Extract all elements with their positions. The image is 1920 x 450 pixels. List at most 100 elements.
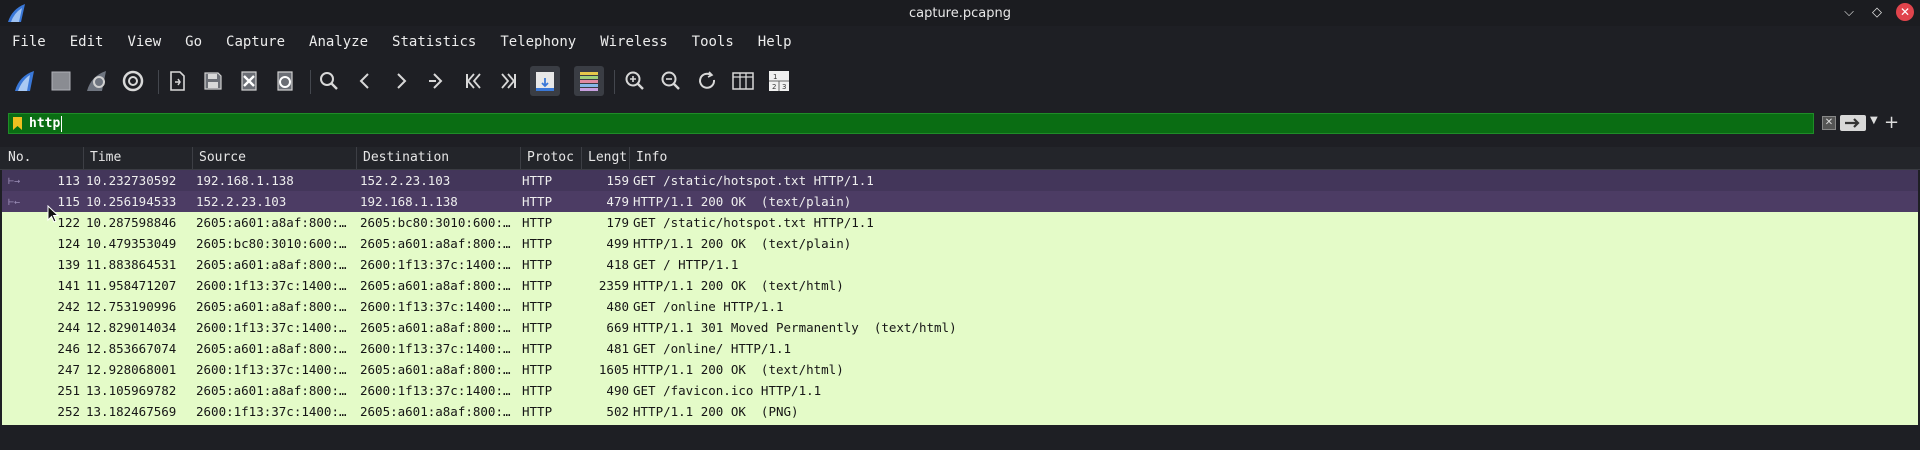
menu-help[interactable]: Help: [746, 34, 804, 50]
related-packet-marker-icon: ⊢→: [8, 176, 21, 187]
cell-info: GET /online/ HTTP/1.1: [633, 341, 792, 356]
display-filter-bar: http ✕ ▼ +: [8, 112, 1899, 134]
cell-info: GET /favicon.ico HTTP/1.1: [633, 383, 822, 398]
cell-protocol: HTTP: [522, 173, 553, 188]
menu-file[interactable]: File: [0, 34, 58, 50]
save-file-icon[interactable]: [198, 66, 228, 96]
restart-capture-icon[interactable]: [82, 66, 112, 96]
cell-length: 490: [606, 383, 629, 398]
cell-destination: 2605:a601:a8af:800:…: [360, 362, 511, 377]
close-window-icon[interactable]: ✕: [1896, 3, 1914, 21]
cell-no: 141: [57, 278, 80, 293]
column-header-no[interactable]: No.: [8, 150, 78, 165]
find-packet-icon[interactable]: [314, 66, 344, 96]
menu-wireless[interactable]: Wireless: [588, 34, 679, 50]
cell-protocol: HTTP: [522, 320, 553, 335]
cell-protocol: HTTP: [522, 341, 553, 356]
packet-list-header: No. Time Source Destination Protoc Lengt…: [0, 147, 1920, 170]
cell-time: 13.182467569: [86, 404, 177, 419]
cell-protocol: HTTP: [522, 194, 553, 209]
column-header-protocol[interactable]: Protoc: [527, 150, 579, 165]
go-to-packet-icon[interactable]: [422, 66, 452, 96]
zoom-in-icon[interactable]: [620, 66, 650, 96]
main-toolbar: 1 23: [0, 64, 1920, 100]
svg-text:3: 3: [782, 83, 786, 91]
column-header-length[interactable]: Lengt: [588, 150, 628, 165]
packet-row[interactable]: 141 11.958471207 2600:1f13:37c:1400:… 26…: [2, 275, 1918, 296]
svg-text:2: 2: [772, 83, 776, 91]
cell-destination: 2605:a601:a8af:800:…: [360, 404, 511, 419]
status-area: [0, 426, 1920, 450]
display-filter-input[interactable]: http: [8, 113, 1814, 134]
window-controls: ⌵ ◇ ✕: [1840, 3, 1914, 21]
auto-scroll-icon[interactable]: [530, 66, 560, 96]
apply-filter-icon[interactable]: [1840, 115, 1866, 131]
cell-no: 251: [57, 383, 80, 398]
filter-dropdown-icon[interactable]: ▼: [1870, 115, 1878, 126]
cell-source: 2605:a601:a8af:800:…: [196, 257, 347, 272]
packet-row[interactable]: 247 12.928068001 2600:1f13:37c:1400:… 26…: [2, 359, 1918, 380]
menu-tools[interactable]: Tools: [680, 34, 746, 50]
cell-no: 124: [57, 236, 80, 251]
close-file-icon[interactable]: [234, 66, 264, 96]
column-header-source[interactable]: Source: [199, 150, 349, 165]
cell-time: 11.958471207: [86, 278, 177, 293]
cell-source: 192.168.1.138: [196, 173, 294, 188]
minimize-icon[interactable]: ⌵: [1840, 3, 1858, 21]
column-header-destination[interactable]: Destination: [363, 150, 513, 165]
cell-protocol: HTTP: [522, 278, 553, 293]
resize-columns-icon[interactable]: [728, 66, 758, 96]
first-packet-icon[interactable]: [458, 66, 488, 96]
menu-capture[interactable]: Capture: [214, 34, 297, 50]
column-header-time[interactable]: Time: [90, 150, 190, 165]
cell-info: GET / HTTP/1.1: [633, 257, 739, 272]
start-capture-icon[interactable]: [10, 66, 40, 96]
clear-filter-icon[interactable]: ✕: [1822, 116, 1836, 130]
reload-file-icon[interactable]: [270, 66, 300, 96]
menu-view[interactable]: View: [115, 34, 173, 50]
colorize-icon[interactable]: [574, 66, 604, 96]
cell-no: 252: [57, 404, 80, 419]
bookmark-icon[interactable]: [13, 117, 22, 130]
layout-icon[interactable]: 1 23: [764, 66, 794, 96]
menu-go[interactable]: Go: [173, 34, 214, 50]
packet-row[interactable]: 124 10.479353049 2605:bc80:3010:600:… 26…: [2, 233, 1918, 254]
capture-options-icon[interactable]: [118, 66, 148, 96]
menu-telephony[interactable]: Telephony: [488, 34, 588, 50]
cell-protocol: HTTP: [522, 362, 553, 377]
packet-row[interactable]: 244 12.829014034 2600:1f13:37c:1400:… 26…: [2, 317, 1918, 338]
add-filter-button-icon[interactable]: +: [1884, 112, 1899, 133]
packet-row[interactable]: ⊢→ 113 10.232730592 192.168.1.138 152.2.…: [2, 170, 1918, 191]
cell-info: HTTP/1.1 200 OK (text/html): [633, 278, 844, 293]
menu-edit[interactable]: Edit: [58, 34, 116, 50]
cell-time: 13.105969782: [86, 383, 177, 398]
title-bar: capture.pcapng ⌵ ◇ ✕: [0, 0, 1920, 26]
packet-row[interactable]: 252 13.182467569 2600:1f13:37c:1400:… 26…: [2, 401, 1918, 422]
related-packet-marker-icon: ⊢←: [8, 197, 21, 208]
cell-length: 159: [606, 173, 629, 188]
menu-bar: File Edit View Go Capture Analyze Statis…: [0, 28, 804, 56]
last-packet-icon[interactable]: [494, 66, 524, 96]
stop-capture-icon[interactable]: [46, 66, 76, 96]
open-file-icon[interactable]: [162, 66, 192, 96]
column-header-info[interactable]: Info: [636, 150, 667, 165]
packet-row[interactable]: 242 12.753190996 2605:a601:a8af:800:… 26…: [2, 296, 1918, 317]
cell-protocol: HTTP: [522, 236, 553, 251]
packet-row[interactable]: 139 11.883864531 2605:a601:a8af:800:… 26…: [2, 254, 1918, 275]
cell-time: 11.883864531: [86, 257, 177, 272]
go-forward-icon[interactable]: [386, 66, 416, 96]
cell-source: 152.2.23.103: [196, 194, 287, 209]
maximize-icon[interactable]: ◇: [1868, 3, 1886, 21]
packet-row[interactable]: 251 13.105969782 2605:a601:a8af:800:… 26…: [2, 380, 1918, 401]
menu-analyze[interactable]: Analyze: [297, 34, 380, 50]
packet-row-selected[interactable]: ⊢← 115 10.256194533 152.2.23.103 192.168…: [2, 191, 1918, 212]
packet-row[interactable]: 246 12.853667074 2605:a601:a8af:800:… 26…: [2, 338, 1918, 359]
cell-source: 2605:a601:a8af:800:…: [196, 383, 347, 398]
normal-size-icon[interactable]: [692, 66, 722, 96]
cell-protocol: HTTP: [522, 383, 553, 398]
menu-statistics[interactable]: Statistics: [380, 34, 488, 50]
packet-row[interactable]: 122 10.287598846 2605:a601:a8af:800:… 26…: [2, 212, 1918, 233]
go-back-icon[interactable]: [350, 66, 380, 96]
zoom-out-icon[interactable]: [656, 66, 686, 96]
window-title: capture.pcapng: [908, 5, 1011, 21]
